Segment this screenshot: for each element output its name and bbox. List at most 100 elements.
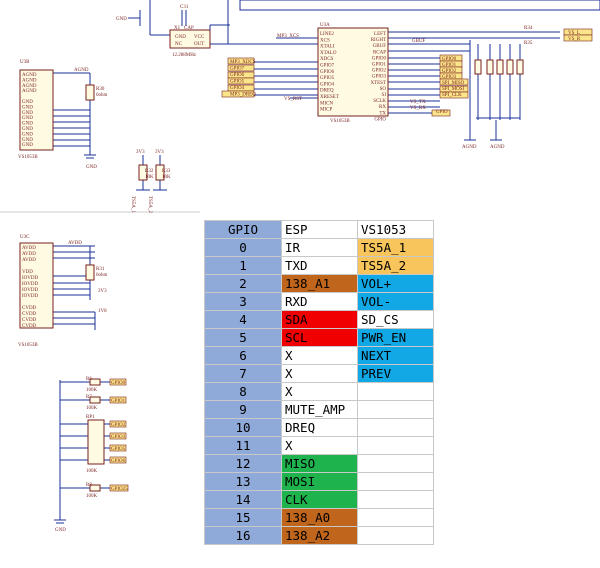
table-row: 1 TXD TS5A_2 xyxy=(204,256,434,275)
gpio-number: 13 xyxy=(204,472,282,491)
u3a-right-pin-6: GPIO2 xyxy=(372,69,387,74)
gpio-number: 10 xyxy=(204,418,282,437)
u3a-right-pin-2: GBUF xyxy=(373,44,387,49)
gpio-net-1: GPIO1 xyxy=(111,399,126,404)
r32-label: R32 xyxy=(145,169,154,174)
u3a-right-pin-5: GPIO1 xyxy=(372,63,387,68)
table-row: 16 138_A2 xyxy=(204,526,434,545)
vs1053-function xyxy=(357,508,434,527)
u3a-part: VS1053B xyxy=(330,119,350,124)
net-3v3-a: 3V3 xyxy=(136,150,145,155)
u3b-pin-7: GND xyxy=(22,111,33,116)
u3a-right-pin-11: SCLK xyxy=(373,99,386,104)
u3a-label: U3A xyxy=(320,23,330,28)
net-gpio: GPIO xyxy=(436,110,448,115)
net-1v8: 1V8 xyxy=(98,309,107,314)
u3c-pin-10: CVDD xyxy=(22,306,37,311)
crystal-gnd-pin: GND xyxy=(175,35,186,40)
r30-value: 0ohm xyxy=(96,93,108,98)
u3b-pin-13: GND xyxy=(22,143,33,148)
gpio-number: 0 xyxy=(204,238,282,257)
u3a-right-pin-1: RIGHT xyxy=(371,38,386,43)
esp-function: SDA xyxy=(281,310,358,329)
u3a-left-pin-9: DREQ xyxy=(320,89,334,94)
agnd-label-right-2: AGND xyxy=(490,145,505,150)
u3a-right-pin-9: SO xyxy=(380,87,387,92)
u3a-left-net-0: MP3_XDCS xyxy=(230,60,256,65)
crystal-nc-pin: NC xyxy=(175,42,183,47)
gpio-number: 12 xyxy=(204,454,282,473)
vs1053-function: PREV xyxy=(357,364,434,383)
net-vs-tx: VS_TX xyxy=(410,100,426,105)
net-gbuf: GBUF xyxy=(412,39,426,44)
agnd-label-right: AGND xyxy=(462,145,477,150)
u3a-left-pin-1: XCS xyxy=(320,38,330,43)
u3c-pin-7: IOVDD xyxy=(22,288,38,293)
vs1053-function xyxy=(357,490,434,509)
gpio-number: 8 xyxy=(204,382,282,401)
table-row: 6 X NEXT xyxy=(204,346,434,365)
gpio-number: 3 xyxy=(204,292,282,311)
net-3v3-c: 3V3 xyxy=(98,289,107,294)
table-row: 4 SDA SD_CS xyxy=(204,310,434,329)
u3a-left-pin-6: GPIO6 xyxy=(320,70,335,75)
gpio-number: 16 xyxy=(204,526,282,545)
vs1053-function: VOL- xyxy=(357,292,434,311)
u3c-pin-5: IOVDD xyxy=(22,276,38,281)
u3b-pin-1: AGND xyxy=(22,78,37,83)
u3c-pin-12: CVDD xyxy=(22,318,37,323)
r35-label: R35 xyxy=(524,41,533,46)
u3c-label: U3C xyxy=(20,235,30,240)
gpio-number: 14 xyxy=(204,490,282,509)
u3a-right-net-2: GPIO2 xyxy=(442,69,457,74)
crystal-freq: 12.288MHz xyxy=(172,53,197,58)
vs1053-function: VOL+ xyxy=(357,274,434,293)
u3b-pin-10: GND xyxy=(22,127,33,132)
u3c-pin-6: IOVDD xyxy=(22,282,38,287)
esp-function: 138_A1 xyxy=(281,274,358,293)
esp-function: X xyxy=(281,382,358,401)
gpio-net-6: GPIO25 xyxy=(111,487,128,492)
net-vs-l: VS_L xyxy=(568,31,580,36)
esp-function: 138_A2 xyxy=(281,526,358,545)
net-agnd: AGND xyxy=(74,68,89,73)
rp1-label: RP1 xyxy=(86,415,95,420)
net-avdd: AVDD xyxy=(68,241,82,246)
cap-label: CAP xyxy=(184,26,194,31)
u3a-right-nets: GPIO0GPIO1GPIO2GPIO3 xyxy=(442,57,457,80)
net-spi-mosi: SPI_MOSI xyxy=(442,87,465,92)
gpio-net-5: GPIO6 xyxy=(111,459,126,464)
r8-value: 100K xyxy=(86,494,98,499)
net-spi-miso: SPI_MISO xyxy=(442,81,465,86)
vs1053-function xyxy=(357,382,434,401)
header-vs1053: VS1053 xyxy=(357,220,434,239)
esp-function: X xyxy=(281,364,358,383)
u3b-pin-9: GND xyxy=(22,122,33,127)
net-vs-rx: VS_RX xyxy=(410,106,426,111)
crystal-out-pin: OUT xyxy=(194,42,204,47)
net-ts5a1-vertical: TS5A_1 xyxy=(130,196,135,213)
u3c-pin-8: IOVDD xyxy=(22,294,38,299)
u3c-pin-4: VDD xyxy=(22,270,33,275)
r30-label: R30 xyxy=(96,87,105,92)
net-ts5a2-vertical: TS5A_2 xyxy=(147,196,152,213)
vs1053-function xyxy=(357,526,434,545)
u3b-pin-0: AGND xyxy=(22,73,37,78)
esp-function: DREQ xyxy=(281,418,358,437)
u3c-pin-11: CVDD xyxy=(22,312,37,317)
esp-function: IR xyxy=(281,238,358,257)
table-row: 14 CLK xyxy=(204,490,434,509)
u3a-right-net-3: GPIO3 xyxy=(442,75,457,80)
u3b-pin-3: AGND xyxy=(22,89,37,94)
gpio-net-2: GPIO2 xyxy=(111,423,126,428)
gnd-label-bottom: GND xyxy=(55,528,66,533)
u3a-left-pin-7: GPIO5 xyxy=(320,76,335,81)
table-row: 13 MOSI xyxy=(204,472,434,491)
gpio-number: 7 xyxy=(204,364,282,383)
r8-label: R8 xyxy=(86,483,92,488)
gpio-number: 2 xyxy=(204,274,282,293)
u3a-left-pin-3: XTALO xyxy=(320,51,337,56)
net-3v3-b: 3V3 xyxy=(155,150,164,155)
vs1053-function: SD_CS xyxy=(357,310,434,329)
header-esp: ESP xyxy=(281,220,358,239)
